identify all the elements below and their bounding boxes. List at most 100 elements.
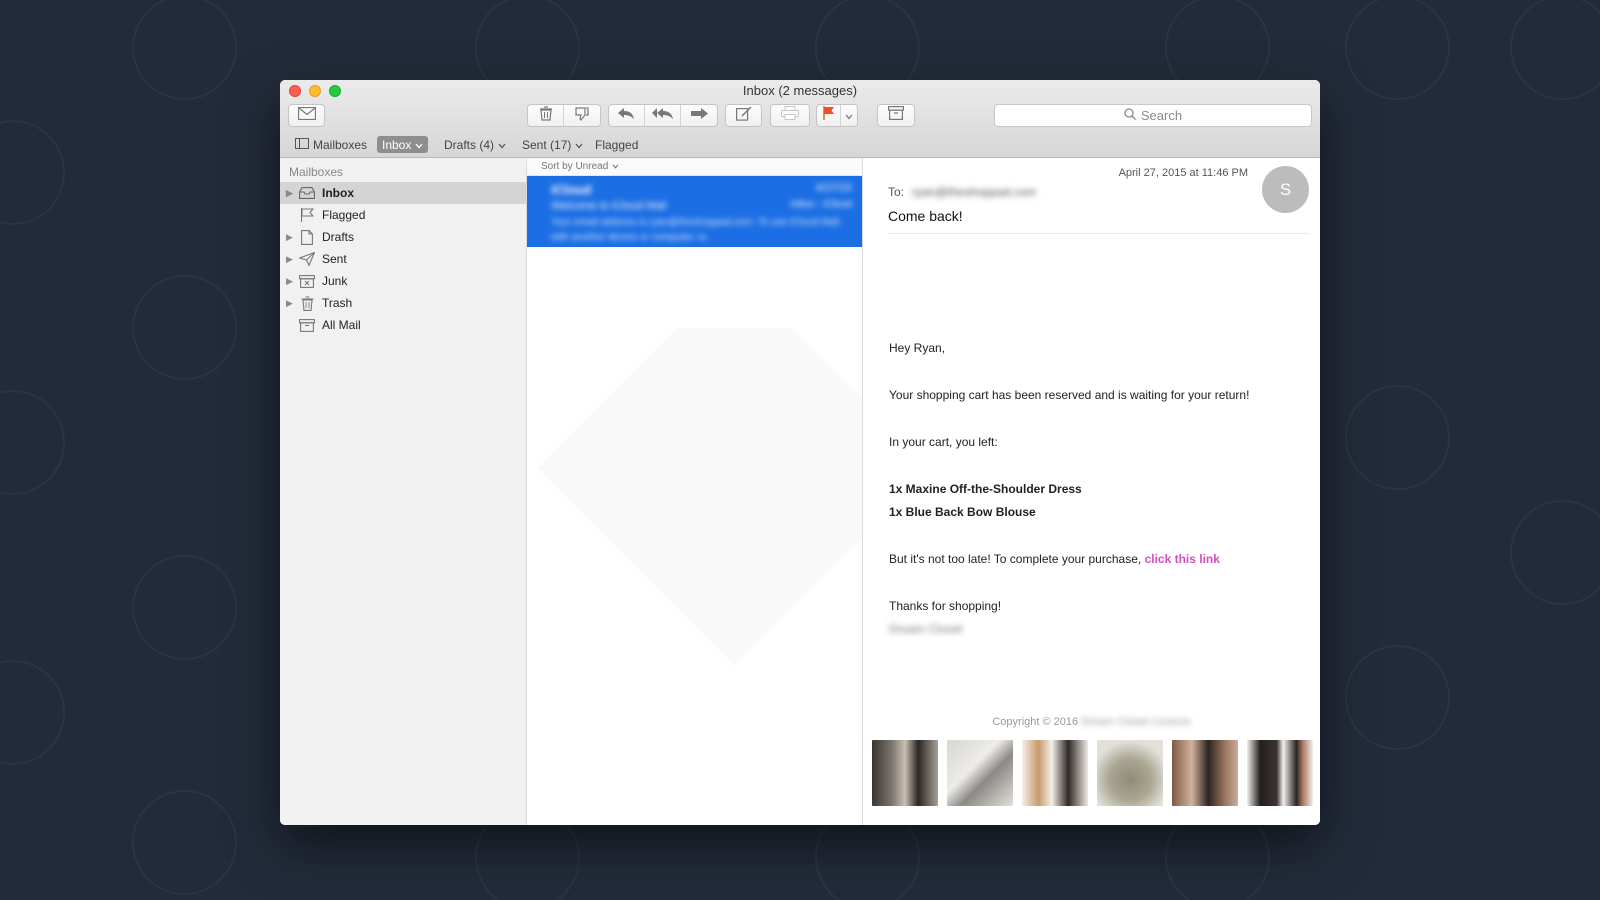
- favorites-sent-button[interactable]: Sent (17): [517, 136, 588, 153]
- favorites-inbox-button[interactable]: Inbox: [377, 136, 429, 153]
- favorites-sent-label: Sent (17): [522, 137, 572, 152]
- watermark-badge: [1345, 645, 1450, 750]
- cta-paragraph: But it's not too late! To complete your …: [889, 552, 1280, 566]
- junk-button[interactable]: [564, 105, 600, 126]
- watermark-badge: [0, 660, 65, 765]
- sidebar-item-flagged[interactable]: Flagged: [280, 204, 526, 226]
- product-image[interactable]: [947, 740, 1013, 806]
- reply-button[interactable]: [609, 105, 645, 126]
- favorites-inbox-label: Inbox: [382, 137, 412, 152]
- trash-icon: [298, 295, 316, 311]
- watermark-badge: [0, 120, 65, 225]
- sidebar-item-drafts[interactable]: ▶ Drafts: [280, 226, 526, 248]
- sidebar-item-sent[interactable]: ▶ Sent: [280, 248, 526, 270]
- message-subject-heading: Come back!: [888, 208, 963, 224]
- disclosure-triangle-icon[interactable]: ▶: [286, 232, 293, 243]
- sidebar-item-all-mail[interactable]: All Mail: [280, 314, 526, 336]
- message-preview: Your email address is ryan@theshoppad.co…: [551, 217, 840, 243]
- sidebar-item-label: Inbox: [322, 186, 354, 200]
- forward-icon: [690, 107, 708, 125]
- empty-list-placeholder: [527, 328, 862, 728]
- flag-menu-button[interactable]: [841, 105, 857, 126]
- header-divider: [888, 233, 1309, 234]
- archive-button[interactable]: [877, 104, 915, 127]
- greeting-text: Hey Ryan,: [889, 341, 946, 355]
- watermark-badge: [0, 390, 65, 495]
- disclosure-triangle-icon[interactable]: ▶: [286, 298, 293, 309]
- junk-icon: [298, 274, 316, 288]
- cta-text: But it's not too late! To complete your …: [889, 552, 1142, 566]
- product-image[interactable]: [1172, 740, 1238, 806]
- sidebar-item-label: Junk: [322, 274, 348, 288]
- watermark-badge: [132, 555, 237, 660]
- message-row-selected[interactable]: iCloud 4/27/15 Welcome to iCloud Mail In…: [527, 176, 862, 247]
- archive-icon: [298, 318, 316, 332]
- chevron-down-icon: [415, 138, 423, 152]
- sent-icon: [298, 252, 316, 266]
- draft-icon: [298, 229, 316, 245]
- title-bar: Inbox (2 messages) Search Mailboxes Inbo…: [280, 80, 1320, 158]
- disclosure-triangle-icon[interactable]: ▶: [286, 188, 293, 199]
- sort-menu[interactable]: Sort by Unread: [527, 158, 862, 176]
- message-date: 4/27/15: [815, 182, 852, 194]
- cart-item: 1x Maxine Off-the-Shoulder Dress: [889, 482, 1082, 496]
- favorites-bar: Mailboxes Inbox Drafts (4) Sent (17) Fla…: [280, 134, 1320, 154]
- body-text: In your cart, you left:: [889, 435, 998, 449]
- product-image[interactable]: [1247, 740, 1313, 806]
- watermark-badge: [1345, 0, 1450, 100]
- message-body: Hey Ryan, Your shopping cart has been re…: [889, 341, 1280, 636]
- disclosure-triangle-icon[interactable]: ▶: [286, 254, 293, 265]
- print-button[interactable]: [770, 104, 810, 127]
- sidebar-item-junk[interactable]: ▶ Junk: [280, 270, 526, 292]
- body-text: Your shopping cart has been reserved and…: [889, 388, 1250, 402]
- sidebar-item-label: Flagged: [322, 208, 366, 222]
- chevron-down-icon: [498, 138, 506, 152]
- favorites-flagged-button[interactable]: Flagged: [590, 136, 643, 153]
- mailbox-sidebar: Mailboxes ▶ Inbox Flagged ▶ Drafts ▶ Sen…: [280, 158, 527, 825]
- compose-button[interactable]: [725, 104, 762, 127]
- sidebar-item-trash[interactable]: ▶ Trash: [280, 292, 526, 314]
- delete-button[interactable]: [528, 105, 564, 126]
- sender-avatar: S: [1262, 166, 1309, 213]
- disclosure-triangle-icon[interactable]: ▶: [286, 276, 293, 287]
- toolbar: Search: [280, 104, 1320, 128]
- get-mail-button[interactable]: [288, 104, 325, 127]
- click-this-link[interactable]: click this link: [1145, 552, 1220, 566]
- delete-junk-group: [527, 104, 601, 127]
- archive-icon: [888, 106, 905, 125]
- product-image[interactable]: [872, 740, 938, 806]
- chevron-down-icon: [612, 161, 619, 172]
- search-field[interactable]: Search: [994, 104, 1312, 127]
- sidebar-item-label: Drafts: [322, 230, 355, 244]
- product-image[interactable]: [1097, 740, 1163, 806]
- inbox-icon: [298, 186, 316, 200]
- flag-group: [816, 104, 858, 127]
- favorites-mailboxes-button[interactable]: Mailboxes: [290, 136, 372, 153]
- window-title: Inbox (2 messages): [742, 83, 858, 98]
- product-thumbnails: [872, 740, 1313, 806]
- watermark-badge: [132, 275, 237, 380]
- reply-all-button[interactable]: [645, 105, 681, 126]
- watermark-badge: [1510, 0, 1600, 100]
- product-image[interactable]: [1022, 740, 1088, 806]
- to-label: To:: [888, 185, 905, 199]
- message-mailbox: Inbox - iCloud: [790, 199, 852, 210]
- watermark-badge: [1510, 500, 1600, 605]
- sidebar-header: Mailboxes: [289, 165, 344, 179]
- forward-button[interactable]: [681, 105, 717, 126]
- mail-window: Inbox (2 messages) Search Mailboxes Inbo…: [280, 80, 1320, 825]
- favorites-drafts-button[interactable]: Drafts (4): [439, 136, 511, 153]
- flag-button[interactable]: [817, 105, 841, 126]
- message-viewer: April 27, 2015 at 11:46 PM S To: ryan@th…: [863, 158, 1320, 825]
- thumbs-down-icon: [574, 106, 590, 126]
- sort-label: Sort by Unread: [541, 161, 609, 172]
- reply-icon: [618, 107, 635, 125]
- recipient-address[interactable]: ryan@theshoppad.com: [912, 185, 1036, 199]
- reply-all-icon: [651, 107, 674, 125]
- chevron-down-icon: [845, 107, 853, 125]
- copyright-owner: Dream Closet Couture: [1081, 716, 1191, 728]
- sidebar-item-inbox[interactable]: ▶ Inbox: [280, 182, 526, 204]
- favorites-flagged-label: Flagged: [595, 137, 639, 152]
- sidebar-item-label: Sent: [322, 252, 347, 266]
- closing-text: Thanks for shopping!: [889, 599, 1002, 613]
